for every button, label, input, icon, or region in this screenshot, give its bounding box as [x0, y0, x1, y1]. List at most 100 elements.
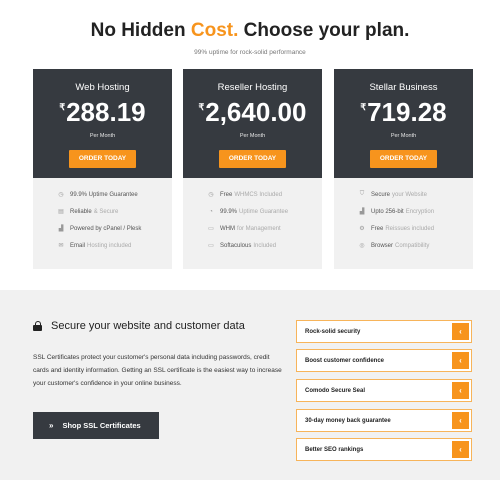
feature-item: ✉ Email Hosting included [33, 237, 172, 254]
clock-icon: ◷ [58, 192, 64, 198]
feature-item: ⚙ Free Reissues included [334, 220, 473, 237]
plan-card-stellar-business: Stellar Business ₹719.28 Per Month ORDER… [334, 69, 473, 269]
server-icon: ▤ [58, 209, 64, 215]
accordion-item[interactable]: Rock-solid security ‹ [296, 320, 472, 343]
feature-item: ▭ Softaculous Included [183, 237, 322, 254]
plan-header: Web Hosting ₹288.19 Per Month ORDER TODA… [33, 69, 172, 178]
plan-card-reseller-hosting: Reseller Hosting ₹2,640.00 Per Month ORD… [183, 69, 322, 269]
currency-symbol: ₹ [198, 102, 205, 112]
feature-list: ◷ Free WHMCS Included ◔ 99.9% Uptime Guarant… [183, 186, 322, 254]
feature-faint: your Website [392, 191, 427, 198]
pricing-plans: Web Hosting ₹288.19 Per Month ORDER TODA… [33, 69, 473, 269]
plan-price: ₹719.28 [334, 97, 473, 128]
plan-name: Reseller Hosting [217, 82, 288, 93]
ssl-section: Secure your website and customer data SS… [0, 290, 500, 480]
shop-ssl-button[interactable]: » Shop SSL Certificates [33, 412, 159, 439]
feature-list: ◷ 99.9% Uptime Guarantee ▤ Reliable & Secur… [33, 186, 172, 254]
feature-item: ▟ Upto 256-bit Encryption [334, 203, 473, 220]
feature-text: Powered by cPanel / Plesk [70, 225, 142, 232]
page-title: No Hidden Cost. Choose your plan. [0, 20, 500, 42]
feature-item: ◔ 99.9% Uptime Guarantee [183, 203, 322, 220]
feature-item: ◷ 99.9% Uptime Guarantee [33, 186, 172, 203]
mail-icon: ✉ [58, 243, 64, 249]
gauge-icon: ◔ [209, 208, 213, 215]
order-today-button[interactable]: ORDER TODAY [370, 150, 437, 168]
chevron-left-icon[interactable]: ‹ [452, 412, 469, 429]
accordion-label: Comodo Secure Seal [305, 387, 366, 394]
feature-text: Free [371, 225, 384, 232]
feature-item: ▤ Reliable & Secure [33, 203, 172, 220]
ssl-heading: Secure your website and customer data [33, 320, 245, 332]
double-chevron-right-icon: » [49, 421, 54, 430]
plan-price: ₹2,640.00 [183, 97, 322, 128]
chevron-left-icon[interactable]: ‹ [452, 352, 469, 369]
accordion-item[interactable]: 30-day money back guarantee ‹ [296, 409, 472, 432]
price-value: 2,640.00 [205, 97, 307, 127]
feature-faint: Compatibility [395, 242, 430, 249]
chevron-left-icon[interactable]: ‹ [452, 323, 469, 340]
feature-text: Softaculous [220, 242, 252, 249]
feature-faint: & Secure [93, 208, 119, 215]
order-today-button[interactable]: ORDER TODAY [69, 150, 136, 168]
feature-text: Email [70, 242, 86, 249]
price-value: 288.19 [66, 97, 146, 127]
currency-symbol: ₹ [360, 102, 367, 112]
chevron-left-icon[interactable]: ‹ [452, 441, 469, 458]
plan-price: ₹288.19 [33, 97, 172, 128]
feature-item: ◷ Free WHMCS Included [183, 186, 322, 203]
feature-faint: WHMCS Included [234, 191, 283, 198]
feature-text: WHM [220, 225, 235, 232]
title-suffix: Choose your plan. [238, 20, 410, 41]
price-value: 719.28 [367, 97, 447, 127]
gear-icon: ⚙ [359, 226, 365, 232]
lock-icon [33, 321, 42, 331]
chevron-left-icon[interactable]: ‹ [452, 382, 469, 399]
page-subtitle: 99% uptime for rock-solid performance [194, 49, 306, 56]
plan-period: Per Month [239, 133, 266, 139]
feature-faint: Reissues included [385, 225, 435, 232]
plan-period: Per Month [390, 133, 417, 139]
accordion-label: Boost customer confidence [305, 357, 385, 364]
plan-period: Per Month [89, 133, 116, 139]
currency-symbol: ₹ [59, 102, 66, 112]
plan-header: Reseller Hosting ₹2,640.00 Per Month ORD… [183, 69, 322, 178]
ssl-description: SSL Certificates protect your customer's… [33, 354, 282, 387]
accordion-label: 30-day money back guarantee [305, 417, 391, 424]
ssl-heading-text: Secure your website and customer data [51, 320, 245, 332]
feature-item: ⛉ Secure your Website [334, 186, 473, 203]
feature-text: Secure [371, 191, 391, 198]
accordion-item[interactable]: Better SEO rankings ‹ [296, 438, 472, 461]
accordion-item[interactable]: Boost customer confidence ‹ [296, 349, 472, 372]
feature-text: Free [220, 191, 233, 198]
shield-icon: ⛉ [359, 191, 365, 197]
feature-text: Browser [371, 242, 394, 249]
feature-text: Reliable [70, 208, 92, 215]
plan-header: Stellar Business ₹719.28 Per Month ORDER… [334, 69, 473, 178]
feature-item: ▟ Powered by cPanel / Plesk [33, 220, 172, 237]
clock-icon: ◷ [208, 192, 214, 198]
feature-item: ◎ Browser Compatibility [334, 237, 473, 254]
feature-list: ⛉ Secure your Website ▟ Upto 256-bit Encrypt… [334, 186, 473, 254]
signal-icon: ▟ [359, 209, 365, 215]
accordion-label: Better SEO rankings [305, 446, 364, 453]
feature-text: 99.9% Uptime Guarantee [70, 191, 138, 198]
globe-icon: ◎ [359, 243, 365, 249]
feature-faint: Uptime Guarantee [239, 208, 289, 215]
feature-item: ▭ WHM for Management [183, 220, 322, 237]
hdd-icon: ▭ [208, 226, 214, 232]
signal-icon: ▟ [58, 226, 64, 232]
feature-faint: Hosting included [87, 242, 132, 249]
feature-faint: Included [253, 242, 277, 249]
feature-text: 99.9% [220, 208, 238, 215]
title-accent: Cost. [190, 20, 239, 41]
shop-ssl-label: Shop SSL Certificates [62, 421, 141, 430]
order-today-button[interactable]: ORDER TODAY [219, 150, 286, 168]
title-prefix: No Hidden [90, 20, 191, 41]
accordion-item[interactable]: Comodo Secure Seal ‹ [296, 379, 472, 402]
laptop-icon: ▭ [208, 243, 214, 249]
feature-text: Upto 256-bit [371, 208, 404, 215]
feature-faint: Encryption [405, 208, 435, 215]
accordion-label: Rock-solid security [305, 328, 361, 335]
plan-name: Stellar Business [369, 82, 438, 93]
feature-faint: for Management [237, 225, 281, 232]
